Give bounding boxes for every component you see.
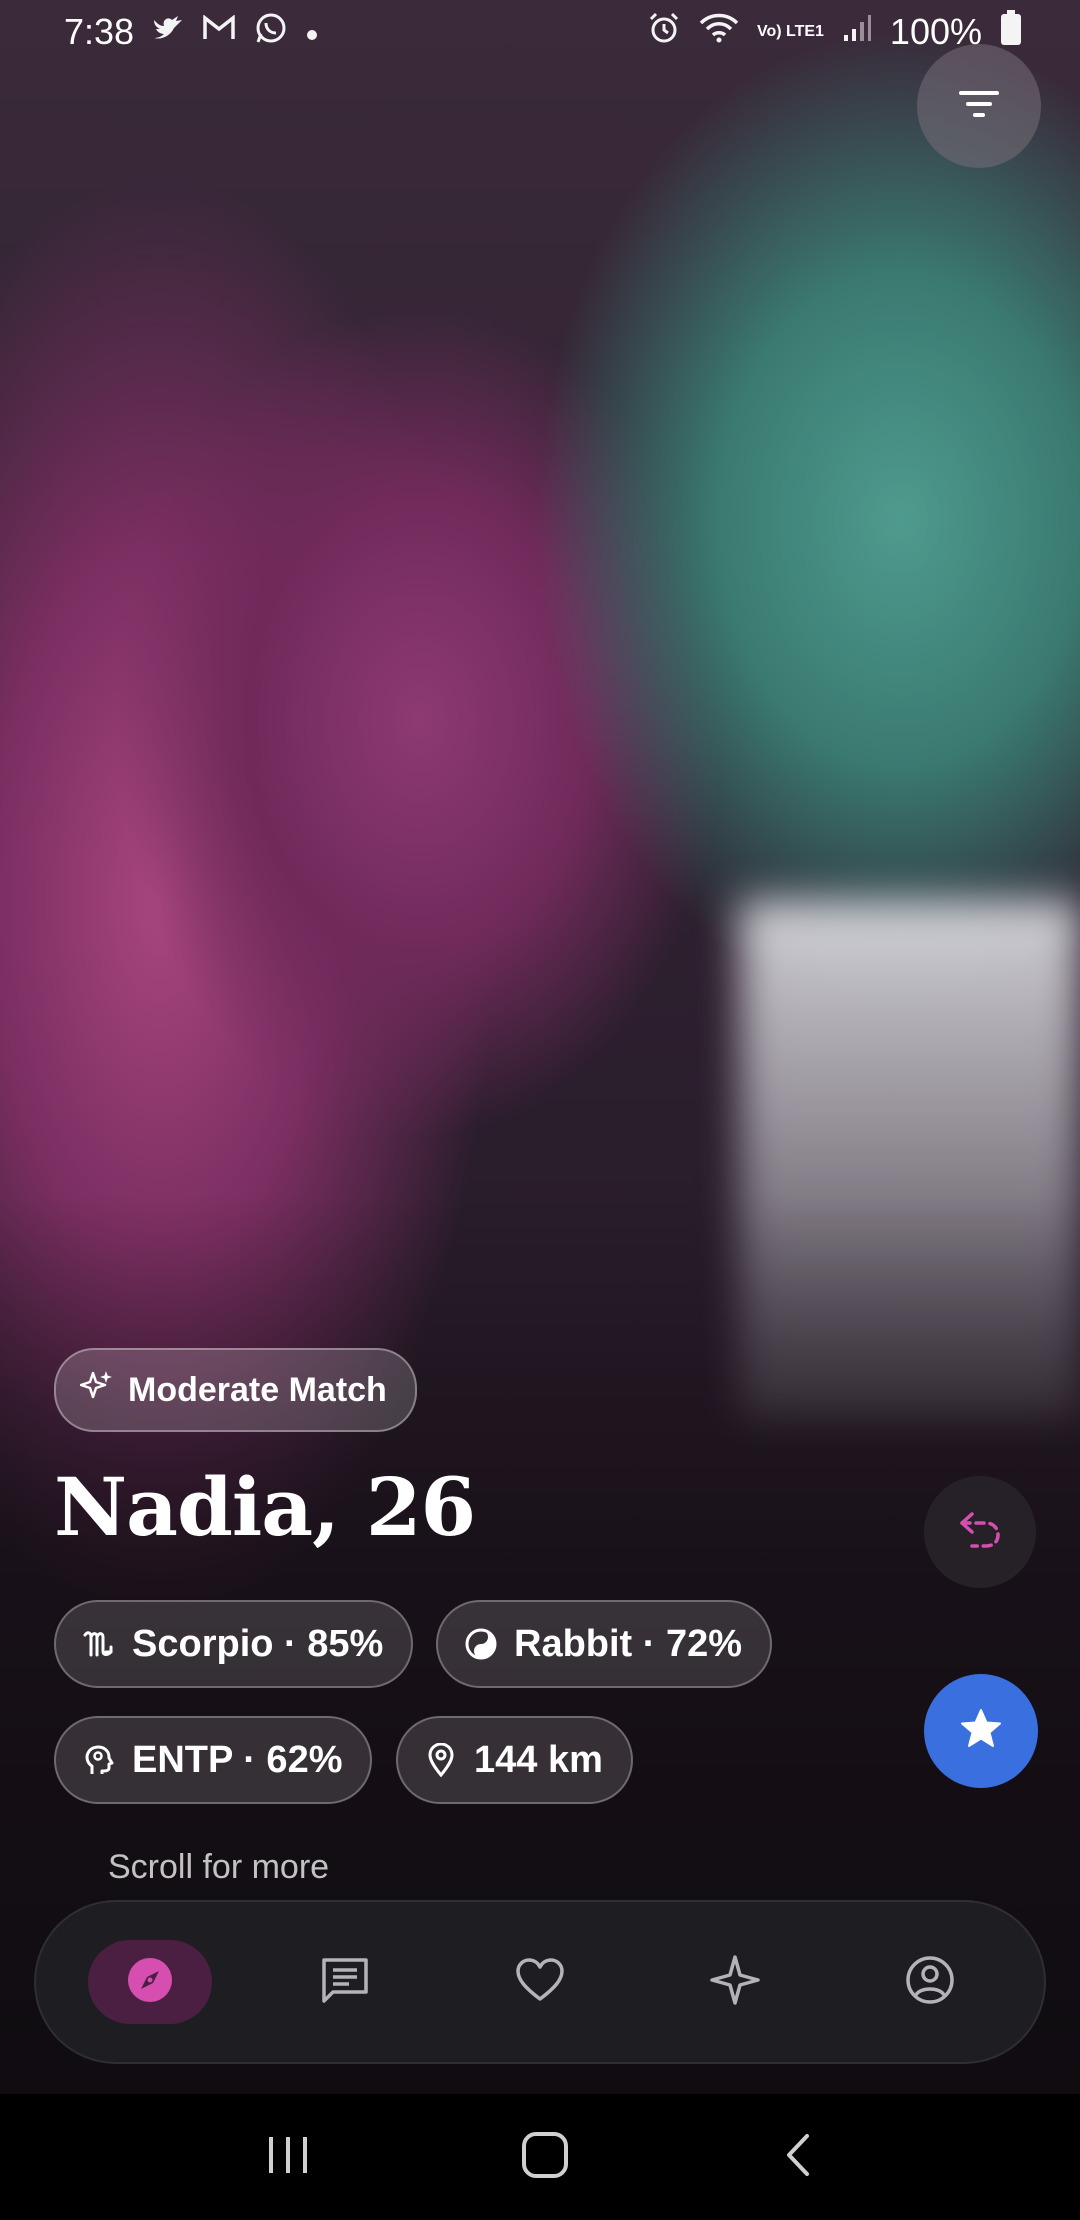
location-pin-icon [424,1743,458,1777]
sparkles-icon [79,1369,114,1412]
status-bar: 7:38 Vo) LTE1 100% [0,0,1080,64]
filter-icon [959,89,999,124]
scorpio-icon [82,1627,116,1661]
account-circle-icon [904,1954,956,2011]
match-label: Moderate Match [128,1370,387,1409]
filter-button[interactable] [917,44,1041,168]
sparkle-icon [709,1954,761,2011]
nav-profile[interactable] [868,1940,992,2024]
bottom-navigation [34,1900,1046,2064]
nav-likes[interactable] [478,1940,602,2024]
star-icon [959,1707,1003,1756]
scroll-hint: Scroll for more [108,1848,330,1886]
undo-icon [958,1510,1002,1555]
nav-messages[interactable] [283,1940,407,2024]
undo-button[interactable] [924,1476,1036,1588]
alarm-icon [647,11,681,53]
brain-head-icon [82,1743,116,1777]
yin-yang-icon [464,1627,498,1661]
dot-icon [306,15,318,49]
system-navigation-bar [0,2094,1080,2220]
super-like-button[interactable] [924,1674,1038,1788]
twitter-icon [152,14,184,50]
personality-chip[interactable]: ENTP · 62% [54,1716,373,1804]
distance-chip[interactable]: 144 km [396,1716,633,1804]
recent-apps-button[interactable] [263,2133,313,2182]
nav-discover[interactable] [87,1940,212,2024]
zodiac-chip-label: Scorpio · 85% [132,1622,384,1665]
nav-sparkle[interactable] [673,1940,797,2024]
battery-icon [1000,10,1022,54]
chinese-zodiac-chip-label: Rabbit · 72% [514,1622,743,1665]
home-button[interactable] [520,2130,570,2185]
distance-chip-label: 144 km [474,1738,603,1781]
back-button[interactable] [777,2130,817,2185]
network-label: Vo) LTE1 [756,23,824,40]
zodiac-chip[interactable]: Scorpio · 85% [54,1600,414,1688]
chinese-zodiac-chip[interactable]: Rabbit · 72% [436,1600,773,1688]
status-time: 7:38 [64,11,135,52]
match-badge: Moderate Match [54,1348,417,1432]
signal-icon [842,13,872,51]
compass-icon [126,1956,174,2009]
whatsapp-icon [254,11,288,53]
profile-name-age: Nadia, 26 [54,1460,476,1554]
message-icon [319,1956,371,2009]
heart-icon [514,1957,566,2008]
gmail-icon [202,14,236,49]
wifi-icon [699,13,739,51]
personality-chip-label: ENTP · 62% [132,1738,343,1781]
